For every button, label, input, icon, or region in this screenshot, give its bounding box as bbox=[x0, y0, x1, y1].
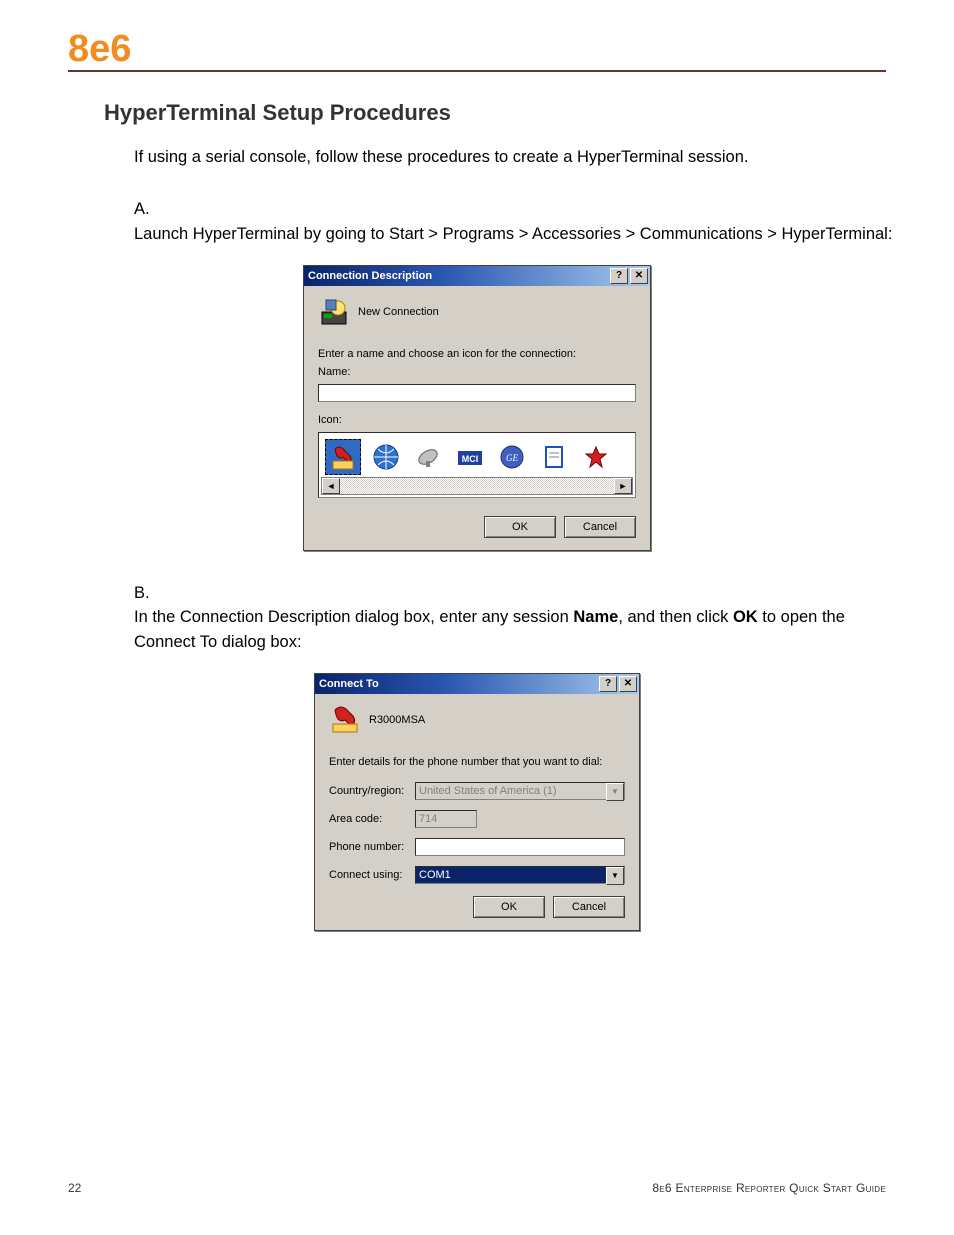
svg-text:MCI: MCI bbox=[462, 454, 479, 464]
section-title: HyperTerminal Setup Procedures bbox=[104, 100, 886, 126]
dialog1-titlebar[interactable]: Connection Description ? ✕ bbox=[304, 266, 650, 286]
section-intro: If using a serial console, follow these … bbox=[134, 146, 886, 169]
dialog2-titlebar[interactable]: Connect To ? ✕ bbox=[315, 674, 639, 694]
icon-scrollbar[interactable]: ◄ ► bbox=[321, 477, 633, 495]
area-code-label: Area code: bbox=[329, 813, 415, 825]
phone-number-label: Phone number: bbox=[329, 841, 415, 853]
svg-text:GE: GE bbox=[506, 453, 518, 463]
area-code-input[interactable] bbox=[415, 810, 477, 828]
connection-icon bbox=[329, 704, 361, 736]
step-b-label: B. bbox=[134, 581, 162, 606]
ok-button[interactable]: OK bbox=[473, 896, 545, 918]
dialog1-title: Connection Description bbox=[308, 270, 608, 282]
step-b: B. In the Connection Description dialog … bbox=[134, 581, 886, 655]
dropdown-button[interactable]: ▼ bbox=[606, 867, 624, 885]
help-button[interactable]: ? bbox=[610, 268, 628, 284]
icon-option-phone[interactable] bbox=[325, 439, 361, 475]
icon-option-mci[interactable]: MCI bbox=[453, 440, 487, 474]
close-button[interactable]: ✕ bbox=[630, 268, 648, 284]
country-select[interactable] bbox=[415, 782, 625, 800]
connection-icon bbox=[318, 296, 350, 328]
cancel-button[interactable]: Cancel bbox=[553, 896, 625, 918]
scroll-left-button[interactable]: ◄ bbox=[322, 478, 340, 494]
connect-to-dialog: Connect To ? ✕ R3000MSA Enter details fo… bbox=[314, 673, 640, 931]
connect-using-select[interactable] bbox=[415, 866, 625, 884]
dialog1-instruction: Enter a name and choose an icon for the … bbox=[318, 348, 636, 360]
icon-option-document[interactable] bbox=[537, 440, 571, 474]
dropdown-button[interactable]: ▼ bbox=[606, 783, 624, 801]
step-a: A. Launch HyperTerminal by going to Star… bbox=[134, 197, 886, 247]
dialog2-header-label: R3000MSA bbox=[369, 714, 425, 726]
connection-description-dialog: Connection Description ? ✕ New Connectio… bbox=[303, 265, 651, 551]
dialog2-title: Connect To bbox=[319, 678, 597, 690]
connect-using-label: Connect using: bbox=[329, 869, 415, 881]
step-b-mid: , and then click bbox=[618, 608, 733, 626]
icon-option-red-star[interactable] bbox=[579, 440, 613, 474]
dialog2-instruction: Enter details for the phone number that … bbox=[329, 756, 625, 768]
icon-chooser[interactable]: MCI GE ◄ ► bbox=[318, 432, 636, 498]
icon-option-globe[interactable] bbox=[369, 440, 403, 474]
step-b-prefix: In the Connection Description dialog box… bbox=[134, 608, 573, 626]
dialog1-header-label: New Connection bbox=[358, 306, 439, 318]
header-rule bbox=[68, 70, 886, 72]
country-label: Country/region: bbox=[329, 785, 415, 797]
step-a-label: A. bbox=[134, 197, 162, 222]
brand-logo: 8e6 bbox=[68, 30, 886, 68]
doc-title: 8e6 Enterprise Reporter Quick Start Guid… bbox=[652, 1181, 886, 1195]
name-label: Name: bbox=[318, 366, 636, 378]
close-button[interactable]: ✕ bbox=[619, 676, 637, 692]
ok-button[interactable]: OK bbox=[484, 516, 556, 538]
step-b-bold1: Name bbox=[573, 608, 618, 626]
step-a-text: Launch HyperTerminal by going to Start >… bbox=[134, 222, 894, 247]
phone-number-input[interactable] bbox=[415, 838, 625, 856]
cancel-button[interactable]: Cancel bbox=[564, 516, 636, 538]
icon-option-satellite[interactable] bbox=[411, 440, 445, 474]
page-footer: 22 8e6 Enterprise Reporter Quick Start G… bbox=[68, 1181, 886, 1195]
name-input[interactable] bbox=[318, 384, 636, 402]
icon-label: Icon: bbox=[318, 414, 636, 426]
step-b-text: In the Connection Description dialog box… bbox=[134, 605, 894, 655]
help-button[interactable]: ? bbox=[599, 676, 617, 692]
step-b-bold2: OK bbox=[733, 608, 758, 626]
scroll-right-button[interactable]: ► bbox=[614, 478, 632, 494]
icon-option-ge[interactable]: GE bbox=[495, 440, 529, 474]
page-number: 22 bbox=[68, 1181, 81, 1195]
